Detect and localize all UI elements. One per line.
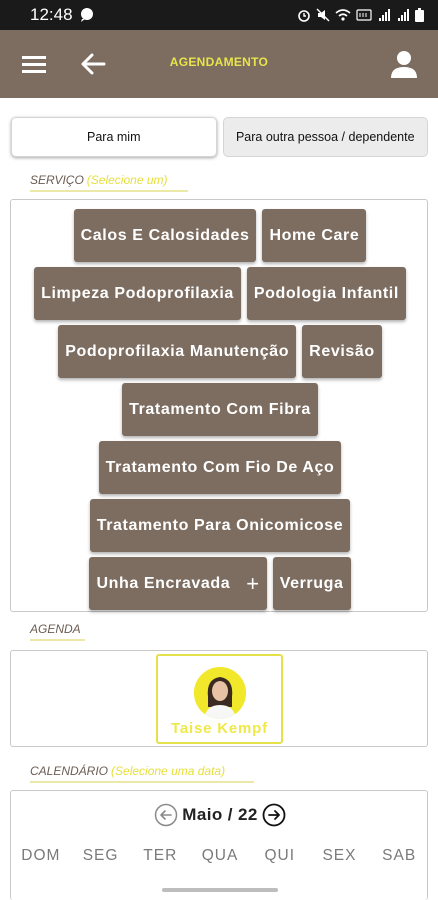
agenda-label-text: AGENDA — [30, 622, 81, 636]
prev-month-icon[interactable] — [154, 803, 178, 827]
calendar-label-text: CALENDÁRIO — [30, 764, 109, 778]
agenda-label-underline — [30, 639, 85, 641]
chat-notification-icon — [80, 8, 93, 22]
agenda-section-label: AGENDA — [30, 622, 81, 636]
weekday-dom: DOM — [21, 847, 61, 864]
professional-avatar — [194, 667, 246, 719]
mute-icon — [316, 8, 330, 22]
calendar-section-label: CALENDÁRIO (Selecione uma data) — [30, 764, 225, 778]
alarm-icon — [298, 10, 310, 22]
professional-card[interactable]: Taise Kempf — [156, 654, 283, 744]
service-button-podologia-infantil[interactable]: Podologia Infantil — [246, 267, 406, 320]
service-button-revisao[interactable]: Revisão — [302, 325, 382, 378]
status-time: 12:48 — [30, 5, 73, 24]
status-bar: 12:48 — [0, 0, 438, 30]
calendar-header: Maio / 22 — [11, 803, 429, 827]
signal-2-icon — [398, 9, 409, 21]
weekday-header: DOM SEG TER QUA QUI SEX SAB — [11, 847, 429, 865]
tab-para-mim[interactable]: Para mim — [11, 117, 217, 157]
service-button-podoprofilaxia-manutencao[interactable]: Podoprofilaxia Manutenção — [58, 325, 297, 378]
professional-name: Taise Kempf — [171, 720, 268, 737]
service-button-home-care[interactable]: Home Care — [262, 209, 367, 262]
service-button-tratamento-fibra[interactable]: Tratamento Com Fibra — [122, 383, 318, 436]
weekday-sab: SAB — [382, 847, 417, 864]
plus-icon: + — [246, 570, 260, 596]
service-list-box: Calos E Calosidades Home Care Limpeza Po… — [10, 199, 428, 612]
calendar-box: Maio / 22 DOM SEG TER QUA QUI SEX SAB — [10, 790, 428, 900]
app-bar: AGENDAMENTO — [0, 30, 438, 98]
volte-icon — [356, 9, 372, 21]
service-button-tratamento-fio-aco[interactable]: Tratamento Com Fio De Aço — [98, 441, 342, 494]
professional-photo — [194, 667, 246, 719]
calendar-hint: (Selecione uma data) — [111, 764, 226, 778]
service-button-verruga[interactable]: Verruga — [272, 557, 351, 610]
weekday-sex: SEX — [322, 847, 357, 864]
service-button-onicomicose[interactable]: Tratamento Para Onicomicose — [89, 499, 351, 552]
signal-1-icon — [379, 9, 390, 21]
wifi-icon — [335, 9, 351, 21]
service-label-text: SERVIÇO — [30, 173, 84, 187]
service-button-unha-encravada[interactable]: Unha Encravada + — [89, 557, 267, 610]
page-title: AGENDAMENTO — [169, 55, 269, 69]
service-hint: (Selecione um) — [86, 173, 168, 187]
agenda-box: Taise Kempf — [10, 650, 428, 747]
service-section-label: SERVIÇO (Selecione um) — [30, 173, 168, 187]
weekday-seg: SEG — [82, 847, 119, 864]
recipient-selector: Para mim Para outra pessoa / dependente — [11, 117, 428, 157]
next-month-icon[interactable] — [262, 803, 286, 827]
gesture-nav-bar[interactable] — [162, 888, 278, 892]
battery-icon — [415, 8, 424, 22]
calendar-month: Maio / 22 — [182, 805, 258, 824]
service-label-underline — [30, 190, 188, 192]
service-button-calos[interactable]: Calos E Calosidades — [73, 209, 257, 262]
service-buttons: Calos E Calosidades Home Care Limpeza Po… — [11, 200, 429, 610]
user-icon[interactable] — [388, 48, 420, 80]
weekday-ter: TER — [143, 847, 178, 864]
calendar-label-underline — [30, 781, 254, 783]
weekday-qua: QUA — [201, 847, 239, 864]
weekday-qui: QUI — [264, 847, 296, 864]
service-button-limpeza[interactable]: Limpeza Podoprofilaxia — [34, 267, 241, 320]
tab-para-outra-pessoa[interactable]: Para outra pessoa / dependente — [222, 117, 428, 157]
service-button-unha-encravada-label: Unha Encravada — [96, 574, 231, 592]
